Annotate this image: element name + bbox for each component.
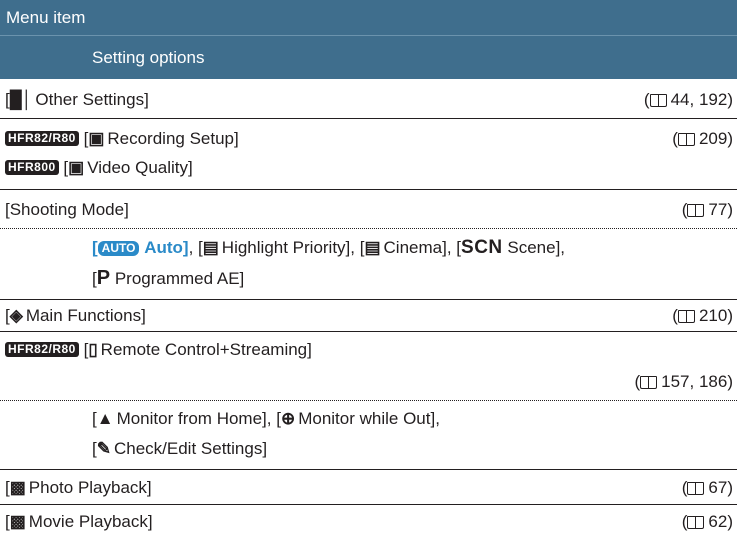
auto-icon: AUTO: [97, 241, 140, 256]
menu-item-main-functions: [◈ Main Functions]: [5, 306, 146, 325]
page-reference: (210): [672, 306, 733, 325]
book-icon: [640, 376, 658, 389]
menu-item-photo-playback: [▩ Photo Playback]: [5, 478, 152, 497]
table-row: [◈ Main Functions] (210): [0, 300, 737, 331]
main-functions-icon: ◈: [9, 306, 23, 325]
menu-table: Menu item Setting options [█│ Other Setti…: [0, 0, 737, 540]
page-reference: (67): [681, 478, 733, 497]
book-icon: [687, 204, 705, 217]
other-settings-icon: █│: [9, 90, 33, 109]
model-badge: HFR800: [5, 160, 59, 175]
table-row: [▩ Photo Playback] (67): [0, 470, 737, 504]
model-badge: HFR82/R80: [5, 342, 79, 357]
menu-item-other-settings: [█│ Other Settings]: [5, 90, 149, 109]
menu-item-remote-control: HFR82/R80 [▯ Remote Control+Streaming]: [5, 340, 312, 360]
menu-item-recording-setup: HFR82/R80 [▣ Recording Setup]: [5, 129, 239, 149]
recording-setup-icon: ▣: [68, 158, 85, 177]
scn-icon: SCN: [461, 237, 503, 258]
page-reference: (157, 186): [634, 372, 733, 391]
shooting-options-line-1: [AUTO Auto], [▤ Highlight Priority], [▤ Ci…: [92, 237, 566, 258]
table-row: HFR82/R80 [▣ Recording Setup] (209) HFR80…: [0, 119, 737, 189]
setting-options-shooting-mode: [AUTO Auto], [▤ Highlight Priority], [▤ Ci…: [0, 229, 737, 299]
model-badge: HFR82/R80: [5, 131, 79, 146]
table-row: [Shooting Mode] (77): [0, 190, 737, 228]
monitor-home-icon: ▲: [96, 409, 114, 428]
table-row: [█│ Other Settings] (44, 192): [0, 80, 737, 118]
remote-icon: ▯: [88, 340, 98, 359]
table-header-menu-item: Menu item: [0, 0, 737, 36]
book-icon: [687, 482, 705, 495]
page-reference: (44, 192): [643, 90, 733, 109]
menu-item-video-quality: HFR800 [▣ Video Quality]: [5, 158, 193, 178]
book-icon: [677, 310, 695, 323]
setting-options-remote: [▲ Monitor from Home], [⊕ Monitor while Ou…: [0, 401, 737, 469]
camera-icon: ▩: [9, 478, 26, 497]
monitor-out-icon: ⊕: [280, 409, 296, 428]
table-header-setting-options: Setting options: [0, 36, 737, 79]
menu-item-shooting-mode: [Shooting Mode]: [5, 200, 129, 219]
movie-icon: ▩: [9, 512, 26, 531]
highlight-priority-icon: ▤: [202, 238, 219, 257]
remote-options-line-2: [✎ Check/Edit Settings]: [92, 439, 268, 458]
page-reference: (209): [672, 129, 733, 148]
shooting-options-line-2: [P Programmed AE]: [92, 267, 245, 289]
book-icon: [677, 133, 695, 146]
page-reference: (77): [681, 200, 733, 219]
p-icon: P: [96, 267, 111, 289]
cinema-icon: ▤: [364, 238, 381, 257]
book-icon: [687, 516, 705, 529]
header-menu-item-label: Menu item: [6, 8, 86, 27]
book-icon: [649, 94, 667, 107]
header-setting-options-label: Setting options: [92, 48, 205, 67]
menu-item-movie-playback: [▩ Movie Playback]: [5, 512, 153, 531]
remote-options-line-1: [▲ Monitor from Home], [⊕ Monitor while Ou…: [92, 409, 440, 428]
page-reference: (62): [681, 512, 733, 531]
table-row: [▩ Movie Playback] (62): [0, 505, 737, 540]
table-row: HFR82/R80 [▯ Remote Control+Streaming] (1…: [0, 332, 737, 400]
wrench-icon: ✎: [96, 439, 111, 458]
recording-setup-icon: ▣: [88, 129, 105, 148]
